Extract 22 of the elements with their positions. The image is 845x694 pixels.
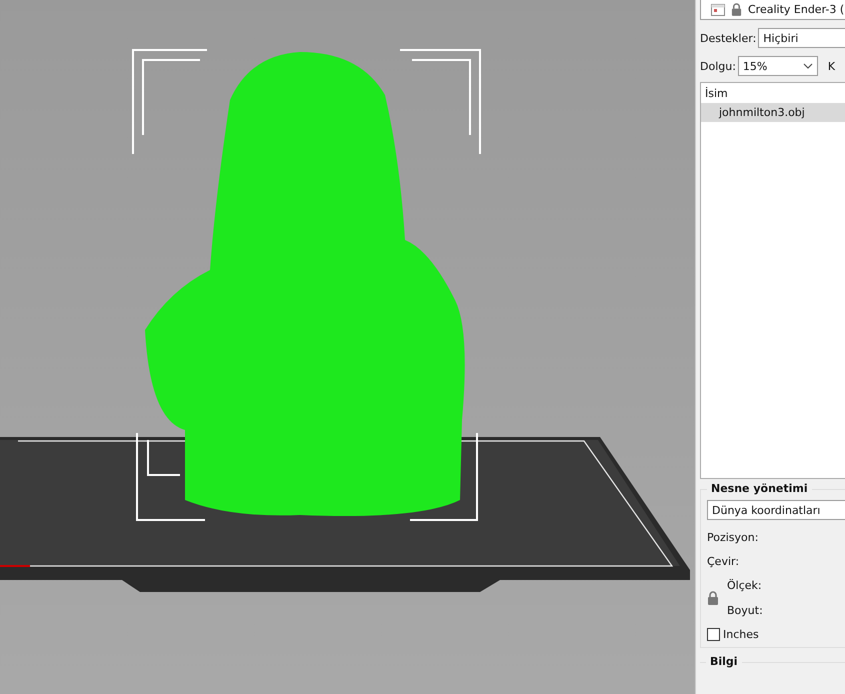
group-title: Nesne yönetimi [707,482,812,495]
chevron-down-icon [802,63,813,69]
coordinates-dropdown[interactable]: Dünya koordinatları [707,500,845,520]
3d-viewport[interactable] [0,0,695,694]
printer-icon [711,4,725,16]
column-header[interactable]: İsim [701,83,845,103]
lock-icon [731,3,742,16]
infill-label: Dolgu: [700,60,736,72]
checkbox-square[interactable] [707,628,720,641]
infill-dropdown[interactable]: 15% [738,56,818,76]
size-label: Boyut: [727,604,763,617]
supports-label: Destekler: [700,32,756,44]
printer-dropdown[interactable]: Creality Ender-3 ( [700,0,845,20]
position-label: Pozisyon: [707,531,760,544]
rotate-label: Çevir: [707,555,740,568]
object-list-item[interactable]: johnmilton3.obj [701,103,845,122]
lock-icon[interactable] [707,591,719,605]
inches-checkbox[interactable]: Inches [707,628,845,641]
group-title: Bilgi [706,655,742,668]
cut-label: K [828,60,836,72]
supports-dropdown[interactable]: Hiçbiri [758,28,845,48]
scale-label: Ölçek: [727,579,763,592]
